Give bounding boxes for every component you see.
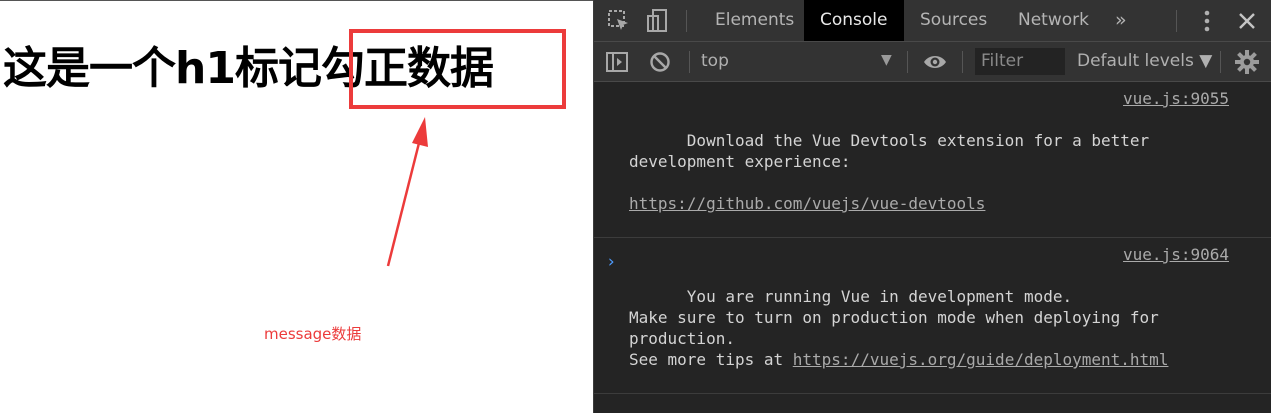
tab-network[interactable]: Network — [1002, 0, 1105, 41]
toolbar-divider — [962, 51, 963, 73]
devtools-panel: Elements Console Sources Network » top ▼… — [593, 0, 1271, 413]
toolbar-divider — [1220, 51, 1221, 73]
console-output: vue.js:9055 Download the Vue Devtools ex… — [594, 82, 1271, 413]
annotation-arrow — [386, 117, 428, 267]
message-link[interactable]: https://vuejs.org/guide/deployment.html — [793, 350, 1169, 369]
tabbar-divider — [686, 10, 687, 32]
console-message: vue.js:9055 Download the Vue Devtools ex… — [594, 82, 1271, 238]
more-tabs-button[interactable]: » — [1099, 0, 1143, 41]
toolbar-divider — [689, 51, 690, 73]
filter-input[interactable]: Filter — [975, 48, 1065, 75]
toolbar-divider — [907, 51, 908, 73]
settings-gear-icon[interactable] — [1234, 49, 1260, 75]
message-source-link[interactable]: vue.js:9064 — [1123, 244, 1229, 265]
live-expression-icon[interactable] — [922, 49, 948, 75]
tab-elements[interactable]: Elements — [699, 0, 810, 41]
tab-sources[interactable]: Sources — [904, 0, 1003, 41]
clear-console-icon[interactable] — [647, 49, 673, 75]
devtools-tabbar: Elements Console Sources Network » — [594, 0, 1271, 42]
message-source-link[interactable]: vue.js:9055 — [1123, 88, 1229, 109]
console-prompt[interactable]: › — [606, 252, 616, 272]
message-text: Download the Vue Devtools extension for … — [629, 131, 1150, 171]
page-viewport: 这是一个h1标记勾正数据 message数据 — [0, 0, 593, 413]
tabbar-divider — [1176, 10, 1177, 32]
context-dropdown-arrow[interactable]: ▼ — [881, 52, 892, 68]
close-icon[interactable] — [1234, 8, 1260, 34]
tab-console[interactable]: Console — [804, 0, 904, 41]
context-selector[interactable]: top — [701, 51, 729, 71]
sidebar-toggle-icon[interactable] — [604, 49, 630, 75]
message-link[interactable]: https://github.com/vuejs/vue-devtools — [629, 194, 985, 213]
console-message: vue.js:9064 You are running Vue in devel… — [594, 238, 1271, 394]
annotation-label: message数据 — [264, 325, 362, 343]
more-vert-icon[interactable] — [1194, 8, 1220, 34]
inspect-element-icon[interactable] — [606, 8, 632, 34]
log-levels-dropdown[interactable]: Default levels ▼ — [1077, 51, 1212, 71]
console-toolbar: top ▼ Filter Default levels ▼ — [594, 42, 1271, 82]
device-toggle-icon[interactable] — [644, 8, 670, 34]
